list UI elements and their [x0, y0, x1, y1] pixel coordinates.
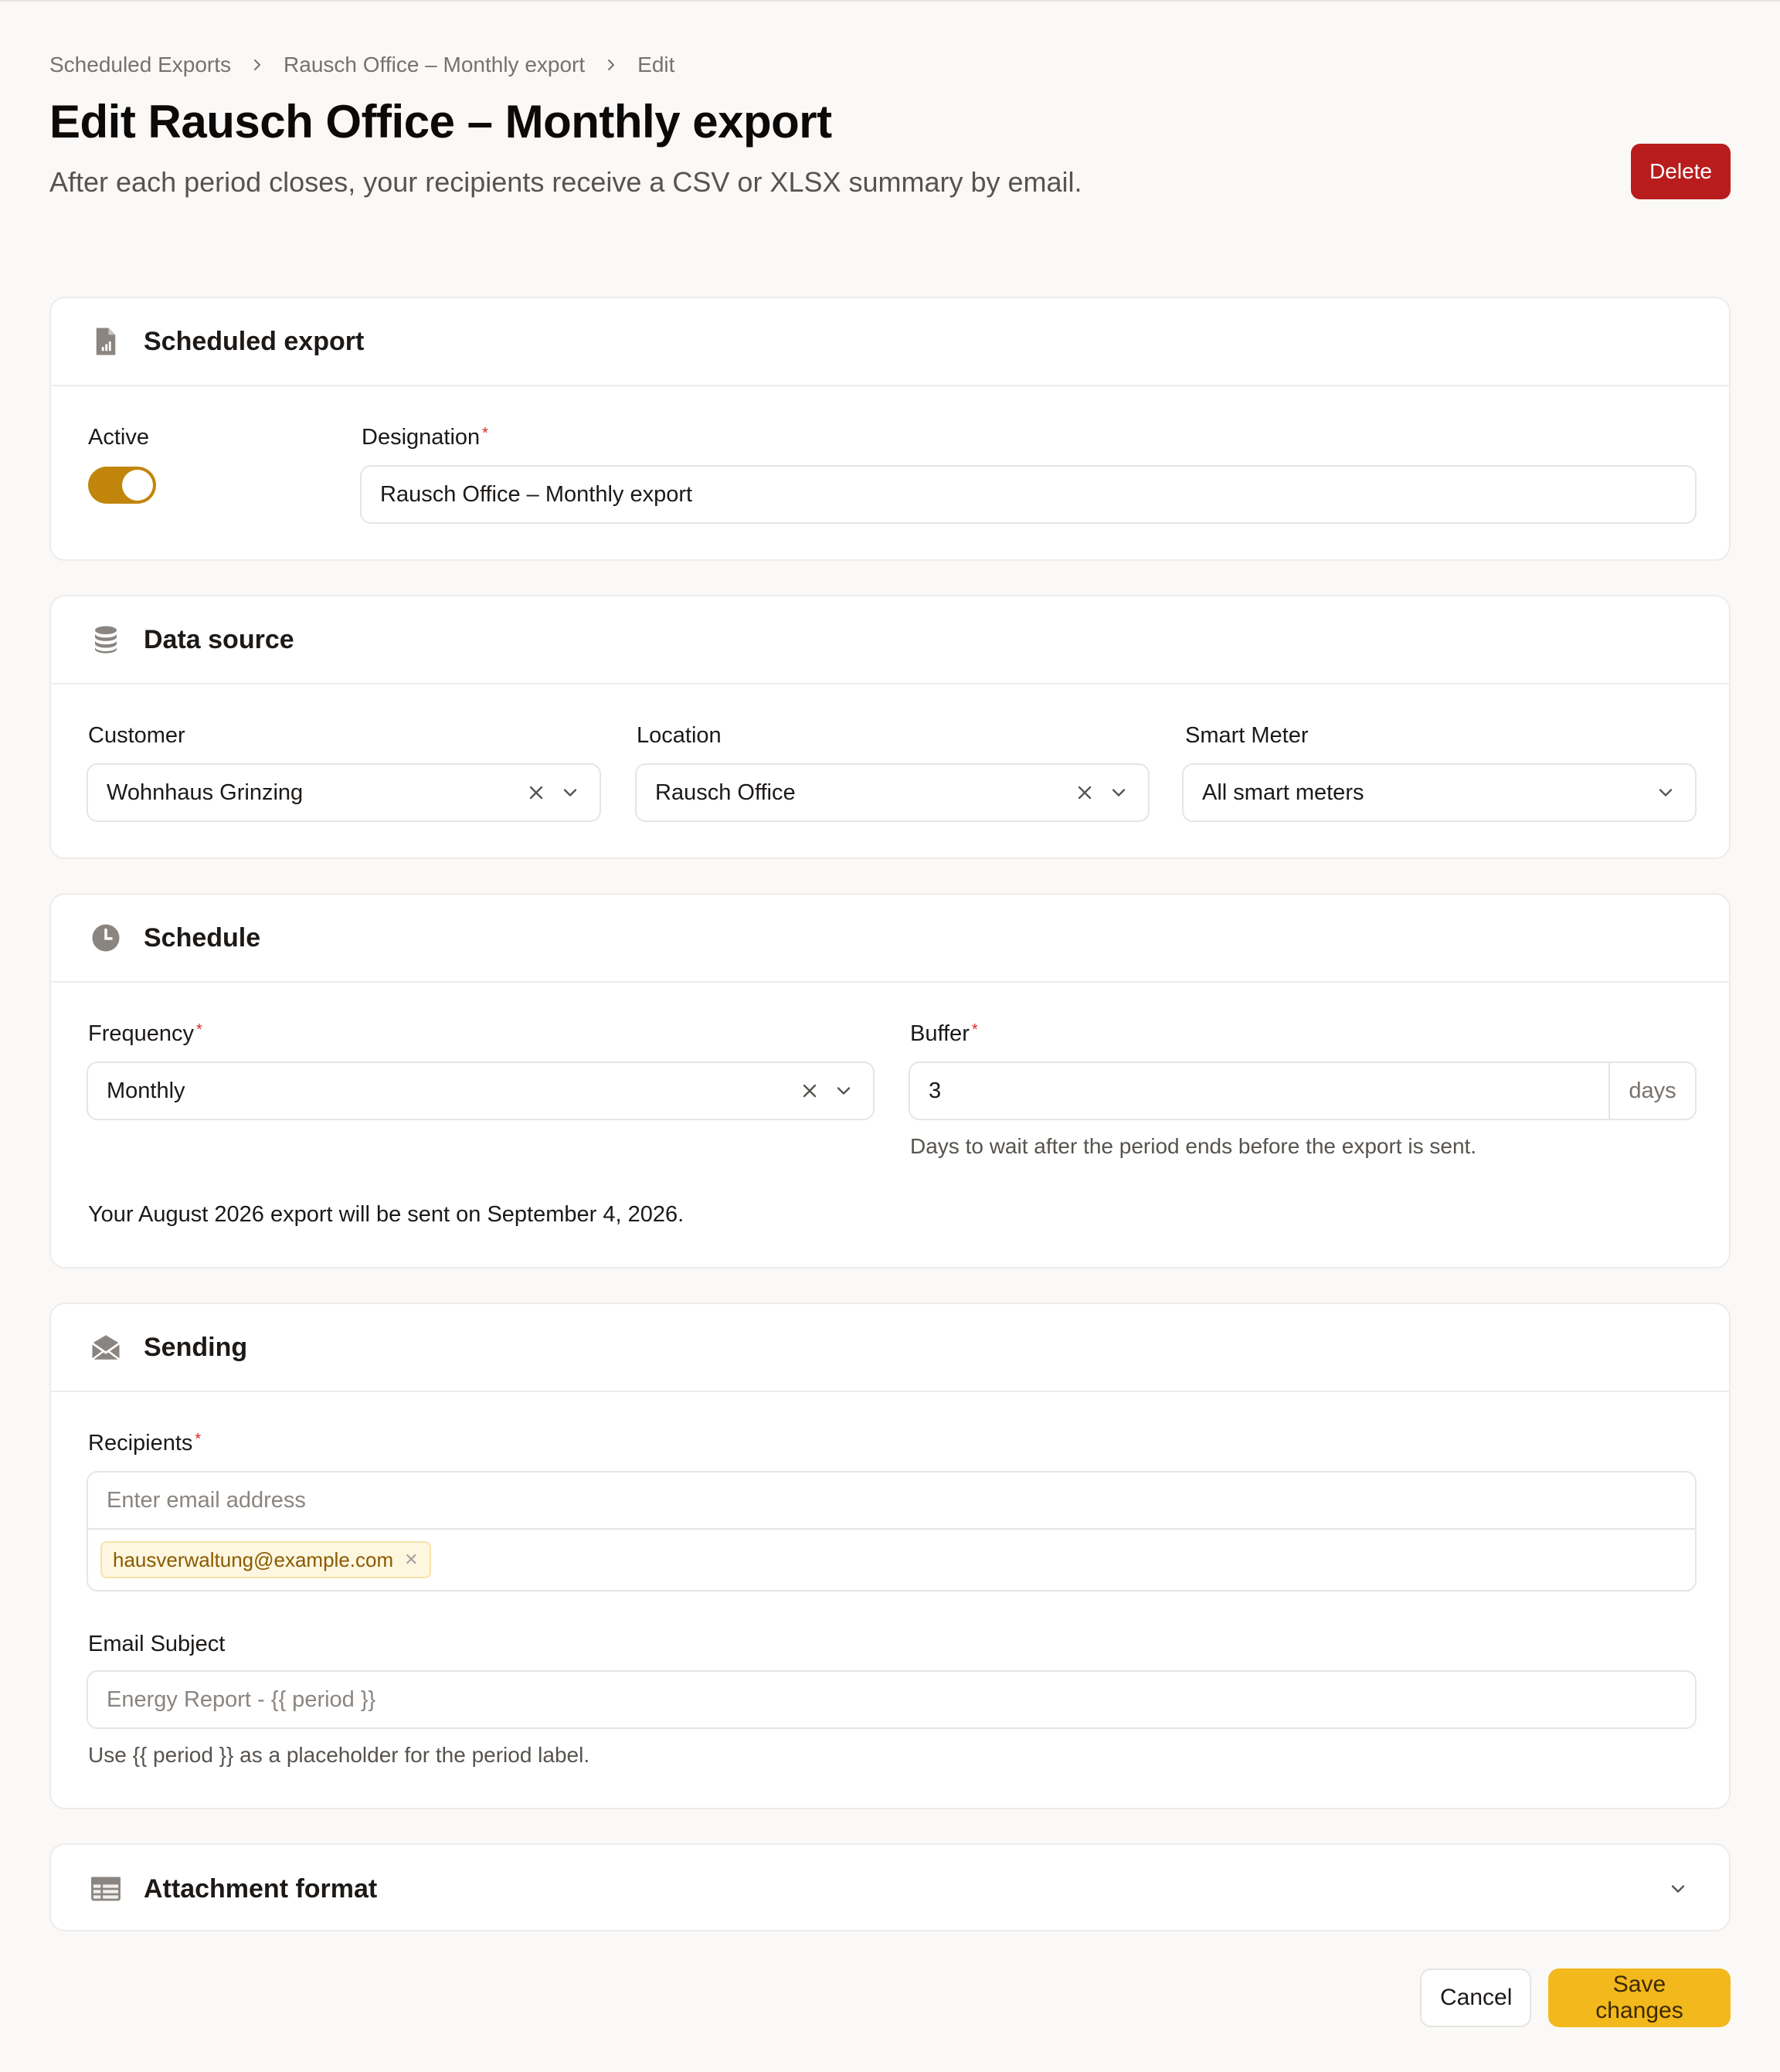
chevron-down-icon[interactable] [1108, 782, 1129, 803]
recipient-tag: hausverwaltung@example.com ✕ [100, 1541, 431, 1578]
frequency-label: Frequency * [88, 1021, 202, 1047]
recipients-tags: hausverwaltung@example.com ✕ [88, 1530, 1695, 1590]
card-title: Data source [144, 624, 294, 654]
page-title: Edit Rausch Office – Monthly export [49, 96, 832, 148]
page-description: After each period closes, your recipient… [49, 166, 1082, 198]
buffer-unit: days [1608, 1063, 1695, 1119]
recipients-input[interactable]: Enter email address [88, 1472, 1695, 1530]
data-source-card: Data source Customer Wohnhaus Grinzing L… [49, 595, 1731, 859]
chevron-down-icon[interactable] [1655, 782, 1676, 803]
card-header: Data source [51, 596, 1729, 684]
toggle-knob [122, 470, 153, 501]
table-icon [90, 1873, 122, 1905]
required-marker: * [971, 1021, 978, 1038]
designation-value: Rausch Office – Monthly export [380, 481, 693, 507]
schedule-card: Schedule Frequency * Monthly Buffer * 3 da… [49, 893, 1731, 1269]
designation-input[interactable]: Rausch Office – Monthly export [360, 465, 1697, 524]
email-subject-label: Email Subject [88, 1632, 226, 1656]
chevron-down-icon[interactable] [559, 782, 581, 803]
frequency-select[interactable]: Monthly [87, 1061, 875, 1120]
required-marker: * [482, 425, 488, 442]
designation-label: Designation * [362, 425, 488, 450]
smart-meter-value: All smart meters [1202, 780, 1364, 805]
buffer-label: Buffer * [910, 1021, 978, 1047]
chevron-down-icon[interactable] [1667, 1878, 1689, 1900]
required-marker: * [196, 1021, 202, 1038]
recipients-placeholder: Enter email address [107, 1487, 306, 1513]
recipients-label: Recipients * [88, 1431, 201, 1456]
breadcrumb: Scheduled Exports Rausch Office – Monthl… [49, 53, 674, 77]
chevron-right-icon [248, 56, 267, 74]
buffer-input[interactable]: 3 days [909, 1061, 1697, 1120]
card-header: Schedule [51, 895, 1729, 983]
email-subject-input[interactable]: Energy Report - {{ period }} [87, 1670, 1697, 1729]
breadcrumb-scheduled-exports[interactable]: Scheduled Exports [49, 53, 231, 77]
required-marker: * [195, 1431, 202, 1448]
recipients-label-text: Recipients [88, 1431, 193, 1455]
smart-meter-label: Smart Meter [1185, 723, 1309, 748]
smart-meter-select[interactable]: All smart meters [1182, 763, 1697, 822]
card-title: Schedule [144, 922, 261, 953]
email-subject-placeholder: Energy Report - {{ period }} [107, 1686, 376, 1712]
location-label: Location [637, 723, 722, 748]
recipient-email: hausverwaltung@example.com [113, 1547, 394, 1571]
buffer-label-text: Buffer [910, 1021, 970, 1046]
clear-icon[interactable] [525, 782, 547, 803]
frequency-label-text: Frequency [88, 1021, 195, 1046]
chevron-right-icon [602, 56, 620, 74]
customer-label: Customer [88, 723, 185, 748]
active-label: Active [88, 425, 149, 450]
clear-icon[interactable] [799, 1080, 820, 1102]
card-header[interactable]: Attachment format [51, 1845, 1729, 1933]
edit-scheduled-export-page: Scheduled Exports Rausch Office – Monthl… [0, 0, 1780, 2072]
clear-icon[interactable] [1074, 782, 1096, 803]
cancel-button[interactable]: Cancel [1420, 1968, 1531, 2027]
location-select[interactable]: Rausch Office [635, 763, 1150, 822]
sending-card: Sending Recipients * Enter email address … [49, 1303, 1731, 1809]
save-changes-button[interactable]: Save changes [1548, 1968, 1731, 2027]
delete-button[interactable]: Delete [1631, 144, 1731, 199]
breadcrumb-export-name[interactable]: Rausch Office – Monthly export [284, 53, 585, 77]
buffer-help: Days to wait after the period ends befor… [910, 1134, 1477, 1158]
location-value: Rausch Office [655, 780, 796, 805]
card-title: Attachment format [144, 1873, 378, 1904]
breadcrumb-current: Edit [637, 53, 675, 76]
card-title: Sending [144, 1332, 248, 1362]
frequency-value: Monthly [107, 1078, 185, 1103]
card-title: Scheduled export [144, 326, 365, 356]
email-subject-help: Use {{ period }} as a placeholder for th… [88, 1743, 590, 1767]
attachment-format-card[interactable]: Attachment format [49, 1843, 1731, 1931]
chevron-down-icon[interactable] [833, 1080, 854, 1102]
schedule-summary: Your August 2026 export will be sent on … [88, 1202, 684, 1227]
file-chart-icon [90, 325, 122, 358]
card-header: Scheduled export [51, 298, 1729, 386]
active-toggle[interactable] [88, 467, 156, 504]
designation-label-text: Designation [362, 425, 481, 450]
clock-icon [90, 922, 122, 954]
envelope-open-icon [90, 1331, 122, 1364]
customer-select[interactable]: Wohnhaus Grinzing [87, 763, 601, 822]
customer-value: Wohnhaus Grinzing [107, 780, 304, 805]
scheduled-export-card: Scheduled export Active Designation * Rau… [49, 297, 1731, 561]
remove-icon[interactable]: ✕ [404, 1550, 418, 1570]
buffer-value: 3 [929, 1078, 942, 1103]
database-icon [90, 623, 122, 656]
recipients-field: Enter email address hausverwaltung@examp… [87, 1471, 1697, 1591]
card-header: Sending [51, 1304, 1729, 1392]
